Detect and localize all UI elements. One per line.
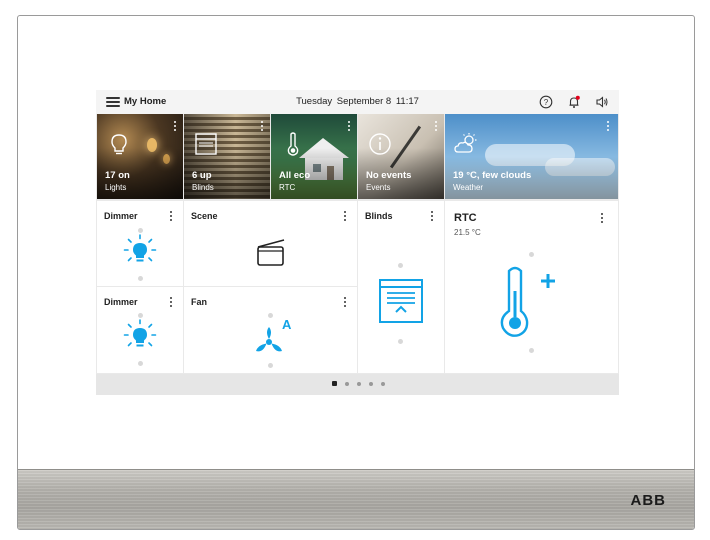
help-icon[interactable]: ? <box>539 95 553 109</box>
more-options-icon[interactable] <box>607 121 610 133</box>
more-options-icon[interactable] <box>601 213 604 225</box>
page-dot[interactable] <box>369 382 373 386</box>
summary-tile-blinds[interactable]: 6 up Blinds <box>184 114 270 199</box>
blinds-icon <box>195 133 217 155</box>
tile-title: No events <box>366 170 412 181</box>
blinds-icon[interactable] <box>377 275 425 325</box>
page-dot-active[interactable] <box>332 381 337 386</box>
device-bezel: My Home Tuesday September 8 11:17 ? 17 o… <box>17 15 695 530</box>
fan-mode-label: A <box>282 317 292 332</box>
tile-title: 17 on <box>105 170 130 181</box>
fan-tile[interactable]: Fan A <box>184 287 357 373</box>
tile-subtitle: RTC <box>279 183 296 192</box>
page-dot[interactable] <box>357 382 361 386</box>
thermometer-icon <box>287 132 299 156</box>
indicator-dot <box>398 339 403 344</box>
indicator-dot <box>398 263 403 268</box>
tile-title: Dimmer <box>104 297 138 307</box>
indicator-dot <box>138 361 143 366</box>
partly-cloudy-icon <box>454 133 477 153</box>
notification-bell-icon[interactable] <box>567 95 581 109</box>
device-base: ABB <box>18 469 694 529</box>
date-label: September 8 <box>336 96 392 107</box>
more-options-icon[interactable] <box>344 297 347 309</box>
summary-tile-events[interactable]: No events Events <box>358 114 444 199</box>
volume-icon[interactable] <box>595 95 609 109</box>
touch-screen: My Home Tuesday September 8 11:17 ? 17 o… <box>96 90 619 395</box>
scene-icon[interactable] <box>255 237 289 269</box>
day-label: Tuesday <box>296 96 333 107</box>
page-dot[interactable] <box>345 382 349 386</box>
tile-title: 6 up <box>192 170 212 181</box>
bulb-icon <box>111 134 127 155</box>
bulb-icon[interactable] <box>122 318 158 354</box>
tile-subtitle: Weather <box>453 183 484 192</box>
more-options-icon[interactable] <box>431 211 434 223</box>
tile-title: All eco <box>279 170 311 181</box>
page-indicator <box>96 374 619 395</box>
dimmer-tile-2[interactable]: Dimmer <box>97 287 183 373</box>
top-bar: My Home Tuesday September 8 11:17 ? <box>96 90 619 114</box>
tile-subtitle: Blinds <box>192 183 214 192</box>
tile-title: Dimmer <box>104 211 138 221</box>
svg-text:?: ? <box>544 98 549 107</box>
indicator-dot <box>138 276 143 281</box>
more-options-icon[interactable] <box>435 121 438 133</box>
time-label: 11:17 <box>395 96 419 107</box>
page-dot[interactable] <box>381 382 385 386</box>
summary-tile-weather[interactable]: 19 °C, few clouds Weather <box>445 114 618 199</box>
indicator-dot <box>268 363 273 368</box>
tile-title: RTC <box>454 212 477 224</box>
more-options-icon[interactable] <box>344 211 347 223</box>
brand-logo: ABB <box>630 492 666 509</box>
thermometer-plus-icon[interactable] <box>495 265 567 341</box>
scene-tile[interactable]: Scene <box>184 201 357 286</box>
tile-title: 19 °C, few clouds <box>453 170 532 181</box>
tile-subtitle: Lights <box>105 183 127 192</box>
summary-tile-rtc[interactable]: All eco RTC <box>271 114 357 199</box>
tile-subtitle: Events <box>366 183 391 192</box>
more-options-icon[interactable] <box>174 121 177 133</box>
indicator-dot <box>529 348 534 353</box>
tile-title: Scene <box>191 211 218 221</box>
more-options-icon[interactable] <box>170 211 173 223</box>
tile-title: Fan <box>191 297 208 307</box>
info-icon <box>369 133 391 155</box>
notification-badge <box>575 95 580 100</box>
blinds-tile[interactable]: Blinds <box>358 201 444 373</box>
fan-icon[interactable] <box>252 323 286 357</box>
more-options-icon[interactable] <box>348 121 351 133</box>
dimmer-tile-1[interactable]: Dimmer <box>97 201 183 286</box>
indicator-dot <box>529 252 534 257</box>
temperature-value: 21.5 °C <box>454 228 481 237</box>
more-options-icon[interactable] <box>261 121 264 133</box>
more-options-icon[interactable] <box>170 297 173 309</box>
tile-title: Blinds <box>365 211 393 221</box>
summary-tile-lights[interactable]: 17 on Lights <box>97 114 183 199</box>
rtc-tile[interactable]: RTC 21.5 °C <box>445 201 618 373</box>
bulb-icon[interactable] <box>122 233 158 269</box>
indicator-dot <box>268 313 273 318</box>
